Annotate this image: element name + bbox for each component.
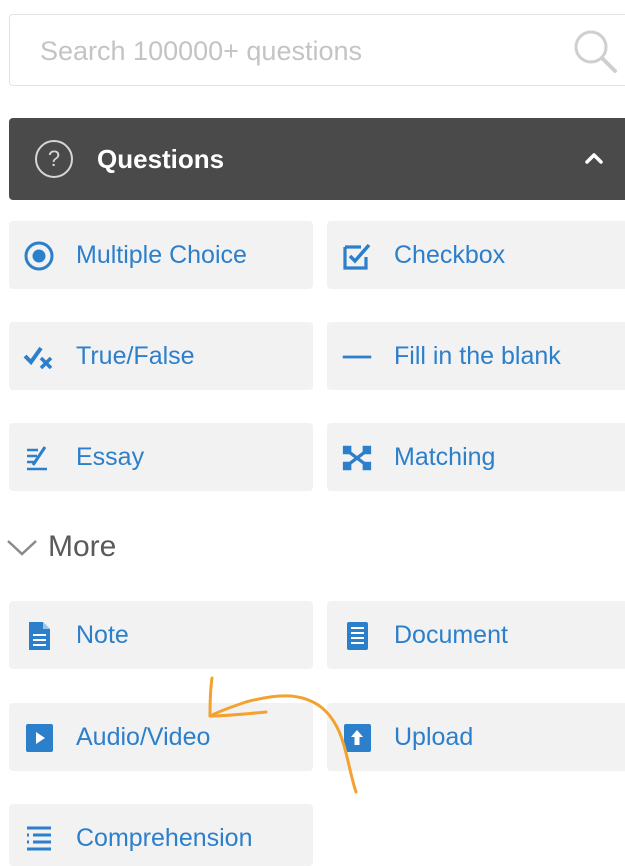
question-type-comprehension[interactable]: Comprehension [9, 804, 313, 866]
question-type-true-false[interactable]: True/False [9, 322, 313, 390]
help-circle-icon: ? [35, 140, 73, 178]
question-type-matching[interactable]: Matching [327, 423, 625, 491]
question-type-essay[interactable]: Essay [9, 423, 313, 491]
tile-label: Multiple Choice [76, 241, 247, 269]
radio-icon [24, 241, 54, 271]
tile-label: Upload [394, 723, 474, 751]
question-type-multiple-choice[interactable]: Multiple Choice [9, 221, 313, 289]
tile-label: Matching [394, 443, 496, 471]
matching-icon [342, 445, 372, 471]
panel-title: Questions [97, 144, 225, 174]
tile-label: True/False [76, 342, 195, 370]
chevron-up-icon[interactable] [579, 146, 609, 170]
tile-label: Fill in the blank [394, 342, 561, 370]
tile-label: Audio/Video [76, 723, 211, 751]
more-label: More [48, 530, 117, 563]
play-icon [26, 724, 53, 752]
tile-label: Document [394, 621, 508, 649]
annotation-arrow-icon [208, 676, 358, 794]
search-box[interactable] [9, 14, 625, 87]
tile-label: Comprehension [76, 824, 253, 852]
questions-panel-header[interactable]: ? Questions [9, 118, 625, 200]
search-input[interactable] [38, 15, 562, 87]
question-type-document[interactable]: Document [327, 601, 625, 669]
search-icon[interactable] [570, 26, 620, 76]
question-type-note[interactable]: Note [9, 601, 313, 669]
question-type-fill-in-the-blank[interactable]: Fill in the blank [327, 322, 625, 390]
question-type-checkbox[interactable]: Checkbox [327, 221, 625, 289]
blank-line-icon [342, 355, 372, 359]
more-toggle[interactable]: More [6, 530, 206, 566]
note-icon [29, 622, 50, 650]
chevron-down-icon [7, 540, 37, 556]
checkbox-icon [343, 243, 371, 270]
list-icon [27, 826, 51, 851]
true-false-icon [23, 346, 53, 370]
tile-label: Checkbox [394, 241, 506, 269]
question-type-upload[interactable]: Upload [327, 703, 625, 771]
tile-label: Essay [76, 443, 145, 471]
document-icon [347, 622, 368, 650]
tile-label: Note [76, 621, 129, 649]
essay-icon [27, 446, 47, 471]
